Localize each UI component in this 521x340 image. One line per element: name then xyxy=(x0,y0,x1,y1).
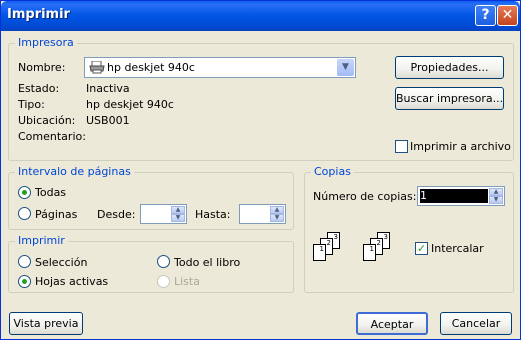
from-spinner[interactable]: ▲ ▼ xyxy=(140,204,187,224)
printer-group: Impresora Nombre: hp deskjet 940c ▼ Esta… xyxy=(8,36,514,161)
cancel-button[interactable]: Cancelar xyxy=(440,312,512,335)
entire-workbook-radio[interactable] xyxy=(157,255,170,268)
active-sheets-radio[interactable] xyxy=(18,275,31,288)
spinner-up-icon[interactable]: ▲ xyxy=(270,206,284,214)
from-spinner-buttons[interactable]: ▲ ▼ xyxy=(171,206,185,222)
printer-location-value: USB001 xyxy=(86,114,130,127)
page-icon: 1 xyxy=(313,244,326,261)
collate-preview-icon-2: 3 2 1 xyxy=(363,232,397,266)
printer-status-label: Estado: xyxy=(18,82,60,95)
printer-name-value: hp deskjet 940c xyxy=(107,61,195,74)
copies-number-value: 1 xyxy=(420,189,427,202)
page-icon: 1 xyxy=(363,244,376,261)
pages-radio[interactable] xyxy=(18,207,31,220)
selection-label[interactable]: Selección xyxy=(35,256,87,269)
active-sheets-label[interactable]: Hojas activas xyxy=(35,275,108,288)
all-pages-radio[interactable] xyxy=(18,186,31,199)
printer-name-label: Nombre: xyxy=(18,61,66,74)
title-bar[interactable]: Imprimir ? ✕ xyxy=(1,1,520,31)
print-dialog: Imprimir ? ✕ Impresora Nombre: hp deskje… xyxy=(0,0,521,340)
print-to-file-checkbox[interactable] xyxy=(395,140,408,153)
printer-type-label: Tipo: xyxy=(18,98,45,111)
from-label: Desde: xyxy=(97,208,136,221)
page-range-group: Intervalo de páginas Todas Páginas Desde… xyxy=(8,165,294,230)
to-spinner-buttons[interactable]: ▲ ▼ xyxy=(270,206,284,222)
copies-spinner-buttons[interactable]: ▲ ▼ xyxy=(489,188,503,204)
to-spinner[interactable]: ▲ ▼ xyxy=(239,204,286,224)
copies-group: Copias Número de copias: 1 ▲ ▼ 3 2 1 3 2… xyxy=(304,165,514,293)
print-what-legend: Imprimir xyxy=(15,234,68,247)
help-button[interactable]: ? xyxy=(475,5,496,26)
list-label: Lista xyxy=(174,275,200,288)
close-icon: ✕ xyxy=(501,7,514,23)
copies-number-label: Número de copias: xyxy=(313,190,417,203)
spinner-down-icon[interactable]: ▼ xyxy=(270,214,284,222)
preview-button[interactable]: Vista previa xyxy=(9,312,83,335)
properties-button[interactable]: Propiedades... xyxy=(395,56,504,79)
list-radio xyxy=(157,275,170,288)
copies-legend: Copias xyxy=(311,165,354,178)
spinner-up-icon[interactable]: ▲ xyxy=(171,206,185,214)
printer-name-select[interactable]: hp deskjet 940c ▼ xyxy=(84,57,356,78)
copies-number-spinner[interactable]: 1 ▲ ▼ xyxy=(417,186,505,206)
printer-status-value: Inactiva xyxy=(86,82,130,95)
find-printer-button[interactable]: Buscar impresora... xyxy=(395,87,504,110)
printer-comment-label: Comentario: xyxy=(18,130,86,143)
spinner-down-icon[interactable]: ▼ xyxy=(489,196,503,204)
help-icon: ? xyxy=(481,7,490,23)
entire-workbook-label[interactable]: Todo el libro xyxy=(174,256,240,269)
page-range-legend: Intervalo de páginas xyxy=(15,165,134,178)
selection-radio[interactable] xyxy=(18,255,31,268)
printer-type-value: hp deskjet 940c xyxy=(86,98,174,111)
printer-location-label: Ubicación: xyxy=(18,114,76,127)
collate-label[interactable]: Intercalar xyxy=(431,242,484,255)
spinner-up-icon[interactable]: ▲ xyxy=(489,188,503,196)
close-button[interactable]: ✕ xyxy=(497,5,518,26)
printer-icon xyxy=(89,60,105,74)
to-label: Hasta: xyxy=(195,208,231,221)
spinner-down-icon[interactable]: ▼ xyxy=(171,214,185,222)
chevron-down-icon[interactable]: ▼ xyxy=(337,59,354,76)
copies-number-field[interactable]: 1 xyxy=(420,189,488,203)
all-pages-label[interactable]: Todas xyxy=(35,186,66,199)
collate-checkbox[interactable]: ✓ xyxy=(415,242,428,255)
dialog-title: Imprimir xyxy=(7,7,70,22)
collate-preview-icon-1: 3 2 1 xyxy=(313,232,347,266)
print-what-group: Imprimir Selección Todo el libro Hojas a… xyxy=(8,234,294,293)
accept-button[interactable]: Aceptar xyxy=(356,312,428,335)
pages-label[interactable]: Páginas xyxy=(35,208,77,221)
printer-group-legend: Impresora xyxy=(15,36,77,49)
print-to-file-label[interactable]: Imprimir a archivo xyxy=(410,140,511,153)
